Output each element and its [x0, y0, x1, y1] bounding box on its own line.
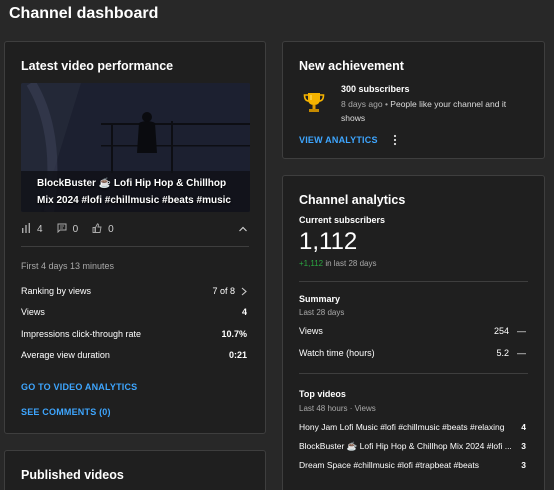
metric-value: 4 [241, 307, 247, 317]
metric-label: Views [21, 307, 45, 317]
top-video-item[interactable]: BlockBuster ☕ Lofi Hip Hop & Chillhop Mi… [299, 441, 526, 452]
summary-label-watch-time: Watch time (hours) [299, 348, 375, 358]
comments-stat: 0 [57, 223, 79, 236]
summary-views: Views 254 — [299, 326, 526, 336]
summary-watch-time: Watch time (hours) 5.2 — [299, 348, 526, 358]
likes-stat: 0 [92, 223, 114, 236]
top-video-views: 3 [521, 460, 526, 470]
latest-video-title: Latest video performance [21, 59, 174, 73]
top-video-item[interactable]: Dream Space #chillmusic #lofi #trapbeat … [299, 460, 526, 470]
thumbs-up-icon [92, 223, 102, 236]
achievement-description: 8 days ago • People like your channel an… [341, 97, 521, 125]
summary-value: 254 [493, 326, 509, 336]
more-vert-icon[interactable] [392, 134, 398, 146]
top-video-title: Dream Space #chillmusic #lofi #trapbeat … [299, 460, 480, 470]
published-videos-card: Published videos [4, 450, 266, 490]
comments-count: 0 [72, 224, 79, 235]
chevron-right-icon [241, 287, 247, 295]
chevron-up-icon[interactable] [238, 224, 248, 234]
published-videos-title: Published videos [21, 468, 124, 482]
delta-suffix: in last 28 days [323, 259, 377, 268]
top-videos-period: Last 48 hours · Views [299, 404, 376, 413]
video-thumbnail-title: BlockBuster ☕ Lofi Hip Hop & Chillhop Mi… [37, 178, 231, 206]
divider [299, 281, 528, 282]
channel-analytics-title: Channel analytics [299, 193, 406, 207]
metric-value: 7 of 8 [212, 286, 235, 296]
metric-ctr: Impressions click-through rate 10.7% [21, 329, 247, 339]
achievement-headline: 300 subscribers [341, 84, 410, 94]
see-comments-link[interactable]: SEE COMMENTS (0) [21, 407, 111, 417]
likes-count: 0 [108, 224, 114, 235]
metric-value: 10.7% [221, 329, 247, 339]
metric-label: Impressions click-through rate [21, 329, 142, 339]
channel-analytics-card: Channel analytics Current subscribers 1,… [282, 175, 545, 490]
current-subscribers-label: Current subscribers [299, 215, 386, 225]
summary-value: 5.2 [496, 348, 509, 358]
divider [299, 373, 528, 374]
go-to-video-analytics-link[interactable]: GO TO VIDEO ANALYTICS [21, 382, 137, 392]
trend-indicator: — [517, 326, 526, 336]
top-video-title: Hony Jam Lofi Music #lofi #chillmusic #b… [299, 422, 505, 432]
metric-ranking[interactable]: Ranking by views 7 of 8 [21, 286, 247, 296]
comment-icon [57, 223, 67, 236]
page-title: Channel dashboard [9, 5, 159, 22]
trophy-icon [303, 93, 325, 112]
subscriber-delta: +1,112 in last 28 days [299, 259, 376, 268]
achievement-card: New achievement 300 subscribers 8 days a… [282, 41, 545, 159]
summary-label-views: Views [299, 326, 323, 336]
view-analytics-link[interactable]: VIEW ANALYTICS [299, 135, 378, 145]
summary-label: Summary [299, 294, 341, 304]
achievement-date: 8 days ago [341, 99, 383, 109]
delta-value: +1,112 [299, 259, 324, 268]
trend-indicator: — [517, 348, 526, 358]
bar-chart-icon [21, 223, 31, 236]
top-video-title: BlockBuster ☕ Lofi Hip Hop & Chillhop Mi… [299, 441, 511, 451]
summary-period: Last 28 days [299, 308, 345, 317]
latest-video-card: Latest video performance BlockBuster ☕ L… [4, 41, 266, 434]
metric-value: 0:21 [228, 350, 247, 360]
subscriber-count: 1,112 [299, 228, 358, 255]
metric-label: Ranking by views [21, 286, 92, 296]
top-videos-label: Top videos [299, 389, 346, 399]
video-stats: 4 0 0 [21, 223, 114, 236]
top-video-views: 4 [521, 422, 526, 432]
top-video-item[interactable]: Hony Jam Lofi Music #lofi #chillmusic #b… [299, 422, 526, 432]
metric-views: Views 4 [21, 307, 247, 317]
video-age: First 4 days 13 minutes [21, 261, 115, 271]
top-video-views: 3 [521, 441, 526, 451]
metric-label: Average view duration [21, 350, 110, 360]
video-thumbnail[interactable]: BlockBuster ☕ Lofi Hip Hop & Chillhop Mi… [21, 83, 250, 212]
achievement-title: New achievement [299, 59, 404, 73]
views-stat: 4 [21, 223, 43, 236]
divider [21, 246, 249, 247]
views-count: 4 [37, 224, 43, 235]
metric-avg-duration: Average view duration 0:21 [21, 350, 247, 360]
